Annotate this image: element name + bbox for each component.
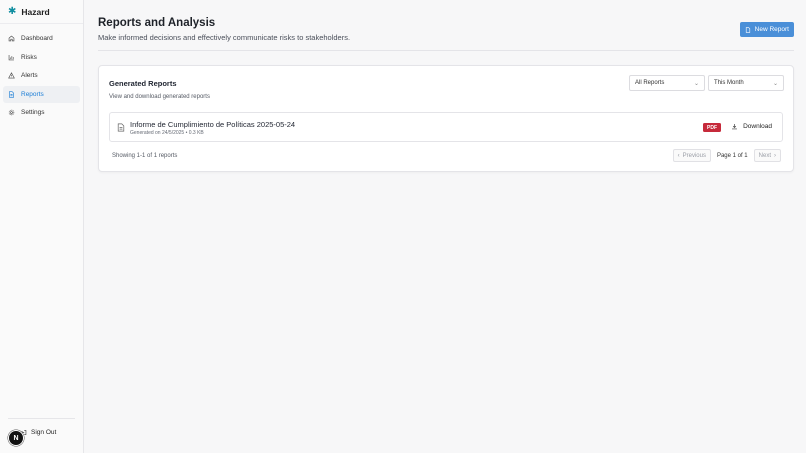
document-icon bbox=[9, 90, 14, 98]
card-description: View and download generated reports bbox=[109, 94, 210, 100]
sidebar-item-label: Settings bbox=[21, 109, 45, 116]
report-type-select[interactable]: All Reports ⌄ bbox=[629, 75, 705, 91]
bar-chart-icon bbox=[8, 54, 14, 60]
header-divider bbox=[98, 50, 794, 51]
sidebar: ✱ Hazard Dashboard Risks Alerts Reports … bbox=[0, 0, 84, 453]
sign-out-button[interactable]: Sign Out bbox=[20, 429, 56, 436]
new-report-button[interactable]: New Report bbox=[739, 22, 794, 37]
page-subtitle: Make informed decisions and effectively … bbox=[98, 33, 351, 42]
page-title: Reports and Analysis bbox=[98, 17, 216, 29]
previous-page-button[interactable]: ‹ Previous bbox=[672, 149, 711, 162]
chevron-left-icon: ‹ bbox=[677, 152, 680, 159]
pagination: ‹ Previous Page 1 of 1 Next › bbox=[672, 149, 781, 162]
generated-reports-card: Generated Reports View and download gene… bbox=[98, 65, 794, 172]
previous-label: Previous bbox=[682, 152, 706, 159]
document-icon bbox=[745, 26, 750, 33]
next-label: Next bbox=[758, 152, 771, 159]
list-item[interactable]: Informe de Cumplimiento de Políticas 202… bbox=[109, 112, 783, 142]
brand[interactable]: ✱ Hazard bbox=[0, 0, 83, 24]
download-icon bbox=[732, 124, 738, 130]
sidebar-footer: Sign Out N bbox=[8, 418, 75, 453]
sidebar-item-label: Dashboard bbox=[21, 35, 53, 42]
gear-icon bbox=[8, 109, 15, 116]
sidebar-item-settings[interactable]: Settings bbox=[3, 104, 80, 121]
sidebar-item-label: Reports bbox=[21, 90, 44, 98]
report-name: Informe de Cumplimiento de Políticas 202… bbox=[130, 120, 296, 129]
chevron-down-icon: ⌄ bbox=[772, 80, 778, 87]
sidebar-nav: Dashboard Risks Alerts Reports Settings bbox=[0, 30, 83, 121]
format-badge: PDF bbox=[703, 123, 721, 132]
new-report-label: New Report bbox=[754, 26, 789, 33]
brand-name: Hazard bbox=[21, 6, 50, 17]
warning-icon bbox=[8, 72, 15, 79]
period-select[interactable]: This Month ⌄ bbox=[708, 75, 784, 91]
sidebar-item-reports[interactable]: Reports bbox=[3, 85, 80, 103]
pagination-summary: Showing 1-1 of 1 reports bbox=[112, 153, 178, 159]
report-meta: Generated on 24/5/2025 • 0.3 KB bbox=[130, 130, 204, 136]
report-type-value: All Reports bbox=[635, 80, 665, 86]
avatar[interactable]: N bbox=[8, 430, 24, 446]
download-button[interactable]: Download bbox=[731, 123, 772, 130]
sign-out-label: Sign Out bbox=[31, 429, 57, 436]
document-icon bbox=[117, 123, 125, 132]
sidebar-item-label: Risks bbox=[21, 53, 37, 61]
sidebar-item-alerts[interactable]: Alerts bbox=[3, 67, 80, 84]
page-indicator: Page 1 of 1 bbox=[716, 152, 748, 159]
sidebar-item-dashboard[interactable]: Dashboard bbox=[3, 30, 80, 47]
sidebar-item-label: Alerts bbox=[21, 72, 38, 79]
period-value: This Month bbox=[714, 80, 744, 86]
asterisk-icon: ✱ bbox=[8, 5, 17, 17]
download-label: Download bbox=[743, 123, 772, 130]
sidebar-item-risks[interactable]: Risks bbox=[3, 49, 80, 66]
home-icon bbox=[8, 35, 15, 42]
next-page-button[interactable]: Next › bbox=[753, 149, 781, 162]
chevron-right-icon: › bbox=[774, 152, 776, 159]
main-content: Reports and Analysis Make informed decis… bbox=[84, 0, 806, 453]
chevron-down-icon: ⌄ bbox=[693, 80, 699, 87]
card-title: Generated Reports bbox=[109, 79, 177, 88]
